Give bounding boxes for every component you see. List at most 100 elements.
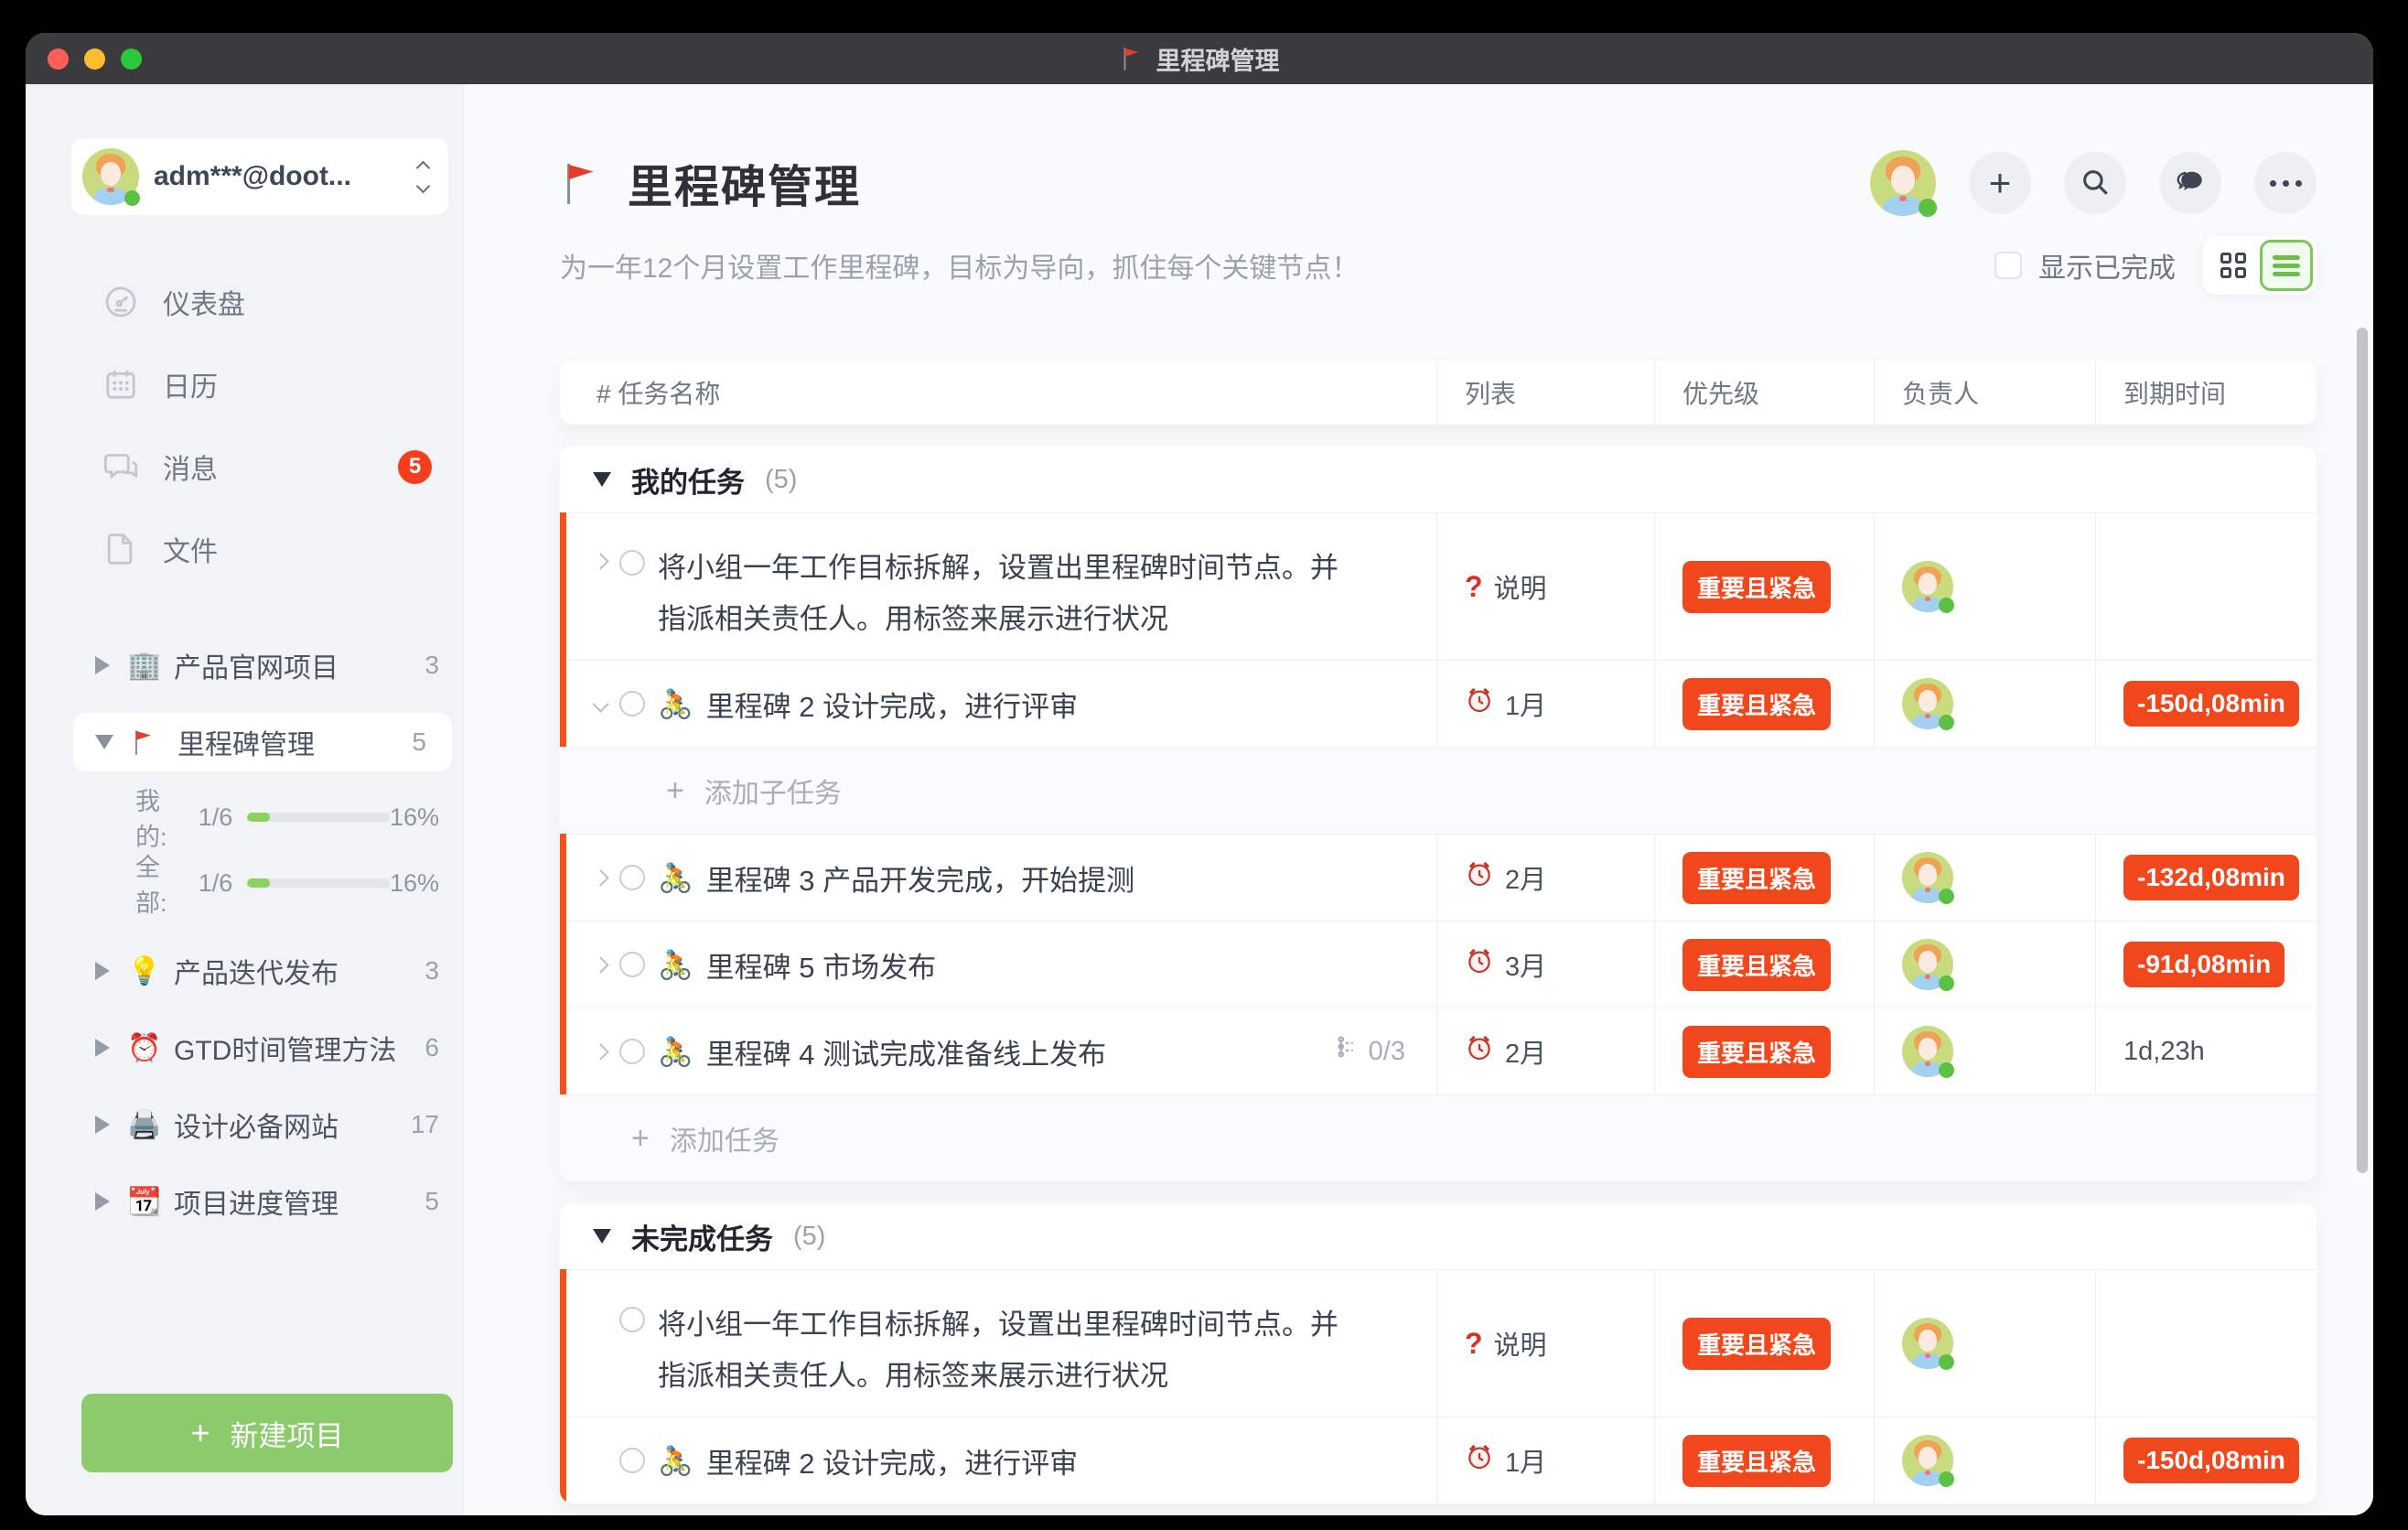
task-assignee-cell[interactable] [1874, 513, 2095, 660]
search-button[interactable] [2064, 152, 2126, 214]
task-priority-cell[interactable]: 重要且紧急 [1654, 513, 1874, 660]
task-title[interactable]: 将小组一年工作目标拆解，设置出里程碑时间节点。并指派相关责任人。用标签来展示进行… [658, 543, 1358, 645]
complete-task-circle[interactable] [619, 691, 645, 717]
sidebar-item-dashboard[interactable]: 仪表盘 [26, 261, 465, 343]
task-list-cell[interactable]: ? 说明 [1436, 1270, 1654, 1417]
sidebar-project-design-sites[interactable]: 🖨️ 设计必备网站 17 [26, 1086, 465, 1163]
task-title[interactable]: 里程碑 2 设计完成，进行评审 [706, 1440, 1078, 1482]
complete-task-circle[interactable] [619, 550, 645, 576]
account-switcher[interactable]: adm***@doot... [71, 138, 448, 215]
sidebar-project-official-site[interactable]: 🏢 产品官网项目 3 [26, 627, 465, 704]
task-priority-cell[interactable]: 重要且紧急 [1654, 1417, 1874, 1503]
group-header[interactable]: 我的任务 (5) [560, 447, 2317, 512]
sidebar-item-calendar[interactable]: 日历 [26, 343, 465, 426]
task-due-cell[interactable]: -91d,08min [2095, 921, 2317, 1007]
table-row[interactable]: 🚴 里程碑 4 测试完成准备线上发布 0/3 2月 重要且紧急 [560, 1007, 2317, 1094]
column-header-assignee[interactable]: 负责人 [1874, 361, 2095, 425]
task-assignee-cell[interactable] [1874, 1008, 2095, 1094]
sidebar-project-schedule[interactable]: 📆 项目进度管理 5 [26, 1163, 465, 1240]
task-title[interactable]: 里程碑 3 产品开发完成，开始提测 [706, 857, 1134, 899]
chat-button[interactable] [2159, 152, 2221, 214]
online-status-dot [124, 190, 140, 206]
expand-triangle-icon[interactable] [95, 656, 110, 674]
column-header-task-name[interactable]: # 任务名称 [560, 361, 1436, 425]
task-priority-cell[interactable]: 重要且紧急 [1654, 1270, 1874, 1417]
task-assignee-cell[interactable] [1874, 661, 2095, 747]
sidebar-project-iteration[interactable]: 💡 产品迭代发布 3 [26, 932, 465, 1009]
table-row[interactable]: 🚴 里程碑 5 市场发布 3月 重要且紧急 -91d,08min [560, 921, 2317, 1007]
chevron-down-icon[interactable] [592, 695, 608, 712]
task-assignee-cell[interactable] [1874, 921, 2095, 1007]
task-assignee-cell[interactable] [1874, 835, 2095, 921]
add-task-button[interactable]: + [1969, 152, 2031, 214]
task-due-cell[interactable] [2095, 513, 2317, 660]
group-count: (5) [765, 465, 797, 495]
sidebar-project-milestones[interactable]: 里程碑管理 5 [73, 713, 452, 771]
table-row[interactable]: 🚴 里程碑 3 产品开发完成，开始提测 2月 重要且紧急 -132d,08 [560, 834, 2317, 921]
task-title[interactable]: 里程碑 2 设计完成，进行评审 [706, 684, 1078, 725]
task-priority-cell[interactable]: 重要且紧急 [1654, 921, 1874, 1007]
table-row[interactable]: 将小组一年工作目标拆解，设置出里程碑时间节点。并指派相关责任人。用标签来展示进行… [560, 1269, 2317, 1417]
complete-task-circle[interactable] [619, 865, 645, 890]
show-completed-checkbox[interactable] [1994, 252, 2022, 279]
table-header: # 任务名称 列表 优先级 负责人 到期时间 [560, 361, 2317, 425]
priority-strip [560, 921, 566, 1007]
collapse-triangle-icon[interactable] [95, 735, 113, 749]
task-title[interactable]: 里程碑 5 市场发布 [706, 944, 936, 986]
group-header[interactable]: 未完成任务 (5) [560, 1203, 2317, 1269]
sidebar-item-files[interactable]: 文件 [26, 508, 465, 590]
column-header-list[interactable]: 列表 [1436, 361, 1654, 425]
table-row[interactable]: 🚴 里程碑 2 设计完成，进行评审 1月 重要且紧急 -150d,08mi [560, 1417, 2317, 1503]
list-view-button[interactable] [2260, 240, 2313, 291]
task-list-cell[interactable]: 2月 [1436, 835, 1654, 921]
task-assignee-cell[interactable] [1874, 1417, 2095, 1503]
task-assignee-cell[interactable] [1874, 1270, 2095, 1417]
task-priority-cell[interactable]: 重要且紧急 [1654, 835, 1874, 921]
task-due-cell[interactable]: -150d,08min [2095, 1417, 2317, 1503]
user-avatar[interactable] [1870, 150, 1936, 216]
chevron-right-icon[interactable] [592, 553, 608, 569]
column-header-priority[interactable]: 优先级 [1654, 361, 1874, 425]
complete-task-circle[interactable] [619, 1039, 645, 1064]
expand-triangle-icon[interactable] [95, 962, 110, 980]
close-button[interactable] [48, 48, 69, 70]
minimize-button[interactable] [84, 48, 105, 70]
sidebar-item-messages[interactable]: 消息 5 [26, 426, 465, 508]
task-title[interactable]: 里程碑 4 测试完成准备线上发布 [706, 1031, 1106, 1072]
task-title[interactable]: 将小组一年工作目标拆解，设置出里程碑时间节点。并指派相关责任人。用标签来展示进行… [658, 1299, 1358, 1402]
task-due-cell[interactable]: 1d,23h [2095, 1008, 2317, 1094]
zoom-button[interactable] [121, 48, 142, 70]
column-header-due[interactable]: 到期时间 [2095, 361, 2317, 425]
grid-view-button[interactable] [2207, 240, 2260, 291]
task-priority-cell[interactable]: 重要且紧急 [1654, 1008, 1874, 1094]
task-list-cell[interactable]: 2月 [1436, 1008, 1654, 1094]
task-due-cell[interactable] [2095, 1270, 2317, 1417]
collapse-triangle-icon[interactable] [593, 1229, 611, 1244]
expand-triangle-icon[interactable] [95, 1192, 110, 1211]
task-list-cell[interactable]: ? 说明 [1436, 513, 1654, 660]
table-row[interactable]: 将小组一年工作目标拆解，设置出里程碑时间节点。并指派相关责任人。用标签来展示进行… [560, 512, 2317, 660]
complete-task-circle[interactable] [619, 1307, 645, 1332]
chevron-right-icon[interactable] [592, 1043, 608, 1060]
app-window: 里程碑管理 adm***@doot... 仪表盘 [26, 33, 2373, 1515]
collapse-triangle-icon[interactable] [593, 472, 611, 487]
complete-task-circle[interactable] [619, 1448, 645, 1473]
add-subtask-row[interactable]: + 添加子任务 [560, 747, 2317, 834]
task-list-cell[interactable]: 1月 [1436, 661, 1654, 747]
chevron-right-icon[interactable] [592, 869, 608, 886]
add-task-row[interactable]: + 添加任务 [560, 1094, 2317, 1181]
task-due-cell[interactable]: -150d,08min [2095, 661, 2317, 747]
expand-triangle-icon[interactable] [95, 1115, 110, 1134]
expand-triangle-icon[interactable] [95, 1039, 110, 1057]
task-due-cell[interactable]: -132d,08min [2095, 835, 2317, 921]
task-list-cell[interactable]: 3月 [1436, 921, 1654, 1007]
more-button[interactable] [2254, 152, 2317, 214]
new-project-button[interactable]: + 新建项目 [81, 1394, 453, 1472]
vertical-scrollbar[interactable] [2357, 328, 2368, 1173]
task-list-cell[interactable]: 1月 [1436, 1417, 1654, 1503]
complete-task-circle[interactable] [619, 952, 645, 977]
table-row[interactable]: 🚴 里程碑 2 设计完成，进行评审 1月 重要且紧急 -150d,08mi [560, 660, 2317, 747]
sidebar-project-gtd[interactable]: ⏰ GTD时间管理方法 6 [26, 1009, 465, 1086]
chevron-right-icon[interactable] [592, 956, 608, 973]
task-priority-cell[interactable]: 重要且紧急 [1654, 661, 1874, 747]
